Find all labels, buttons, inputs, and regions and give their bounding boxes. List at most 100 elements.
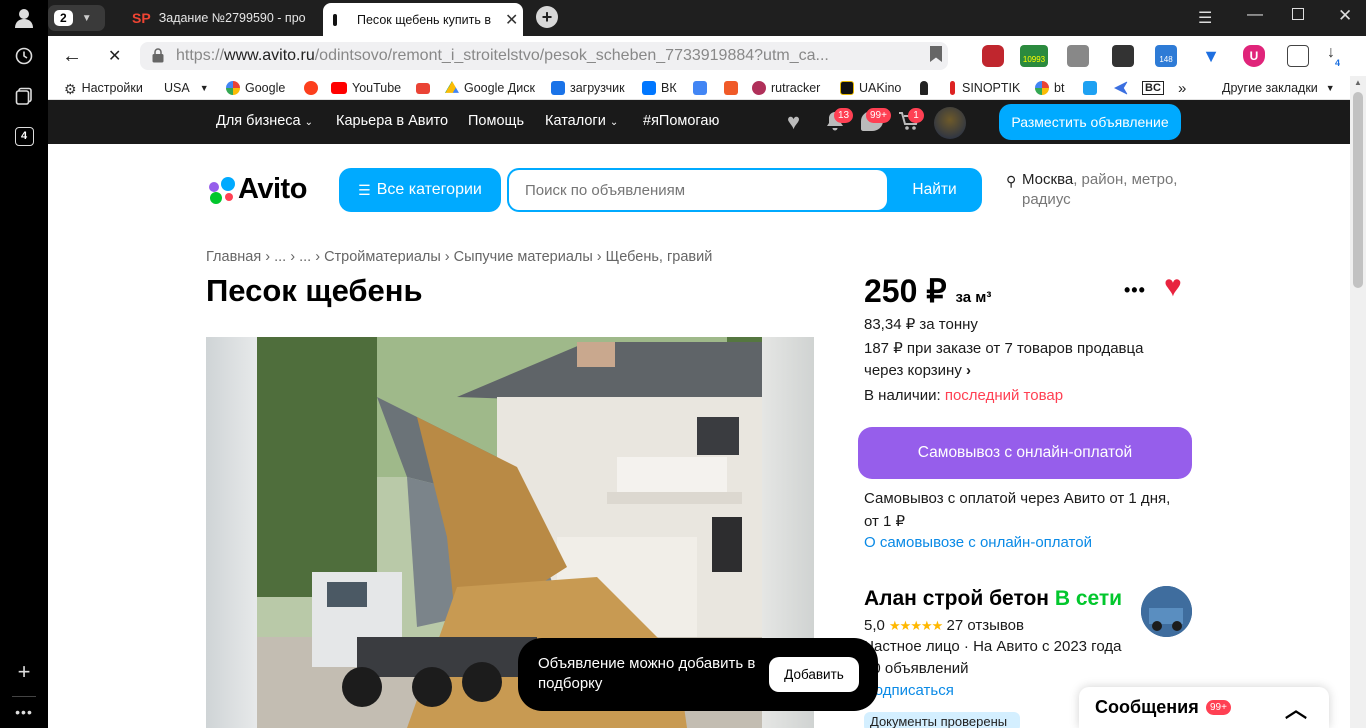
seller-online-status: В сети: [1054, 587, 1123, 610]
seller-avatar[interactable]: [1141, 586, 1192, 637]
bookmark-loader[interactable]: загрузчик: [551, 78, 625, 98]
search-button[interactable]: Найти: [887, 168, 982, 212]
restore-icon[interactable]: [1292, 8, 1304, 20]
tabs-count-label: 4: [14, 126, 34, 146]
bookmark-vk[interactable]: ВК: [642, 78, 677, 98]
nav-help[interactable]: Помощь: [468, 113, 524, 129]
gem-icon[interactable]: ▼: [1200, 45, 1222, 67]
menu-icon[interactable]: ☰: [1198, 8, 1212, 28]
other-bookmarks[interactable]: Другие закладки ▼: [1222, 78, 1335, 98]
messages-widget[interactable]: Сообщения 99+ ︿: [1079, 687, 1329, 728]
post-ad-button[interactable]: Разместить объявление: [999, 104, 1181, 140]
more-options-icon[interactable]: •••: [1124, 280, 1146, 301]
avito-logo-text: Avito: [238, 173, 307, 205]
other-bookmarks-label: Другие закладки: [1222, 81, 1318, 95]
chess-icon: [920, 81, 928, 95]
bookmark-bc[interactable]: BC: [1142, 78, 1164, 98]
messages-count-badge: 99+: [1206, 700, 1231, 715]
seller-ads-count[interactable]: 10 объявлений: [864, 658, 969, 680]
nav-help-tag[interactable]: #яПомогаю: [643, 113, 719, 129]
tab-group-button[interactable]: 2 ▼: [48, 5, 105, 31]
bookmark-translate[interactable]: [693, 78, 712, 98]
add-panel-icon[interactable]: +: [12, 659, 36, 684]
seller-rating[interactable]: 5,0 ★★★★★ 27 отзывов: [864, 615, 1024, 637]
bookmark-label: USA: [164, 81, 190, 95]
bookmark-youtube[interactable]: YouTube: [331, 78, 401, 98]
favorite-heart-icon[interactable]: ♥: [1164, 270, 1182, 304]
nav-business[interactable]: Для бизнеса ⌄: [216, 113, 313, 129]
new-tab-icon[interactable]: +: [536, 6, 558, 28]
extension-icon[interactable]: [1287, 45, 1309, 67]
seller-name[interactable]: Алан строй бетон: [864, 587, 1049, 610]
bulk-price-cart-link[interactable]: через корзину ›: [864, 360, 971, 382]
chevron-up-icon[interactable]: ︿: [1285, 692, 1307, 724]
bookmark-settings[interactable]: ⚙ Настройки: [64, 78, 143, 98]
bookmark-google[interactable]: Google: [226, 78, 285, 98]
bulk-price: 187 ₽ при заказе от 7 товаров продавца: [864, 340, 1144, 357]
more-icon[interactable]: •••: [12, 700, 36, 724]
avito-logo[interactable]: Avito: [206, 173, 316, 206]
stop-loading-icon[interactable]: ✕: [108, 46, 121, 66]
nav-catalogs[interactable]: Каталоги ⌄: [545, 113, 618, 129]
location-selector[interactable]: ⚲ Москва, район, метро, радиус: [1006, 170, 1206, 210]
bookmark-arrow[interactable]: [1114, 78, 1133, 98]
address-bar-row: ← ✕ https://www.avito.ru/odintsovo/remon…: [48, 36, 1366, 76]
extension-icon[interactable]: [1067, 45, 1089, 67]
pickup-online-payment-button[interactable]: Самовывоз с онлайн-оплатой: [858, 427, 1192, 479]
bookmark-p[interactable]: [1083, 78, 1102, 98]
page-scrollbar[interactable]: ▲: [1350, 76, 1366, 728]
bookmark-f[interactable]: [724, 78, 743, 98]
bookmark-gdrive[interactable]: Google Диск: [445, 78, 535, 98]
pickup-info-link[interactable]: О самовывозе с онлайн-оплатой: [864, 532, 1092, 554]
bookmarks-more[interactable]: »: [1178, 78, 1186, 98]
breadcrumb-item[interactable]: Сыпучие материалы: [454, 249, 593, 265]
breadcrumb-item[interactable]: ...: [299, 249, 311, 265]
bookmark-gmail[interactable]: [416, 78, 435, 98]
nav-career[interactable]: Карьера в Авито: [336, 113, 448, 129]
bookmark-rutracker[interactable]: rutracker: [752, 78, 820, 98]
ublock-icon[interactable]: [982, 45, 1004, 67]
extension-icon[interactable]: [1112, 45, 1134, 67]
toast-text: Объявление можно добавить в подборку: [538, 655, 756, 692]
tabs-count-icon[interactable]: 4: [12, 124, 36, 148]
favorites-heart-icon[interactable]: ♥: [787, 109, 800, 135]
tab-avito[interactable]: Песок щебень купить в ✕: [323, 3, 523, 36]
download-icon[interactable]: ↓: [1327, 44, 1335, 62]
bookmark-label: Настройки: [81, 81, 143, 95]
breadcrumb-item[interactable]: Главная: [206, 249, 261, 265]
all-categories-button[interactable]: ☰ Все категории: [339, 168, 501, 212]
stock-value: последний товар: [944, 387, 1064, 404]
tab-label: Задание №2799590 - про: [158, 11, 306, 25]
counter-extension-icon[interactable]: 10993: [1020, 45, 1048, 67]
profile-icon[interactable]: [12, 6, 36, 30]
scrollbar-thumb[interactable]: [1353, 92, 1363, 288]
user-avatar[interactable]: [934, 107, 966, 139]
bookmark-chess[interactable]: [920, 78, 933, 98]
back-arrow-icon[interactable]: ←: [62, 45, 82, 68]
shield-u-icon[interactable]: U: [1243, 45, 1265, 67]
close-window-icon[interactable]: ✕: [1338, 6, 1352, 26]
bookmark-bt[interactable]: bt: [1035, 78, 1064, 98]
minimize-icon[interactable]: —: [1247, 6, 1263, 24]
reviews-count: 27 отзывов: [946, 617, 1024, 634]
breadcrumb-item[interactable]: Щебень, гравий: [606, 249, 713, 265]
scroll-up-icon[interactable]: ▲: [1354, 78, 1362, 87]
search-input[interactable]: [509, 170, 887, 210]
url-path: /odintsovo/remont_i_stroitelstvo/pesok_s…: [314, 47, 829, 64]
tab-task[interactable]: SP Задание №2799590 - про: [132, 4, 322, 32]
bookmark-yandex[interactable]: [304, 78, 323, 98]
url-field[interactable]: https://www.avito.ru/odintsovo/remont_i_…: [140, 42, 948, 70]
bookmark-usa[interactable]: USA ▼: [164, 78, 209, 98]
calendar-extension-icon[interactable]: 148: [1155, 45, 1177, 67]
toast-add-button[interactable]: Добавить: [769, 657, 859, 692]
bookmark-uakino[interactable]: UAKino: [840, 78, 901, 98]
collections-icon[interactable]: [12, 84, 36, 108]
extension-counter: 10993: [1022, 55, 1046, 64]
bulk-price-cart-text: через корзину: [864, 362, 962, 379]
breadcrumb: Главная › ... › ... › Стройматериалы › С…: [206, 249, 713, 265]
breadcrumb-item[interactable]: Стройматериалы: [324, 249, 441, 265]
bookmark-sinoptik[interactable]: SINOPTIK: [950, 78, 1020, 98]
close-tab-icon[interactable]: ✕: [505, 10, 518, 30]
history-icon[interactable]: [12, 44, 36, 68]
breadcrumb-item[interactable]: ...: [274, 249, 286, 265]
